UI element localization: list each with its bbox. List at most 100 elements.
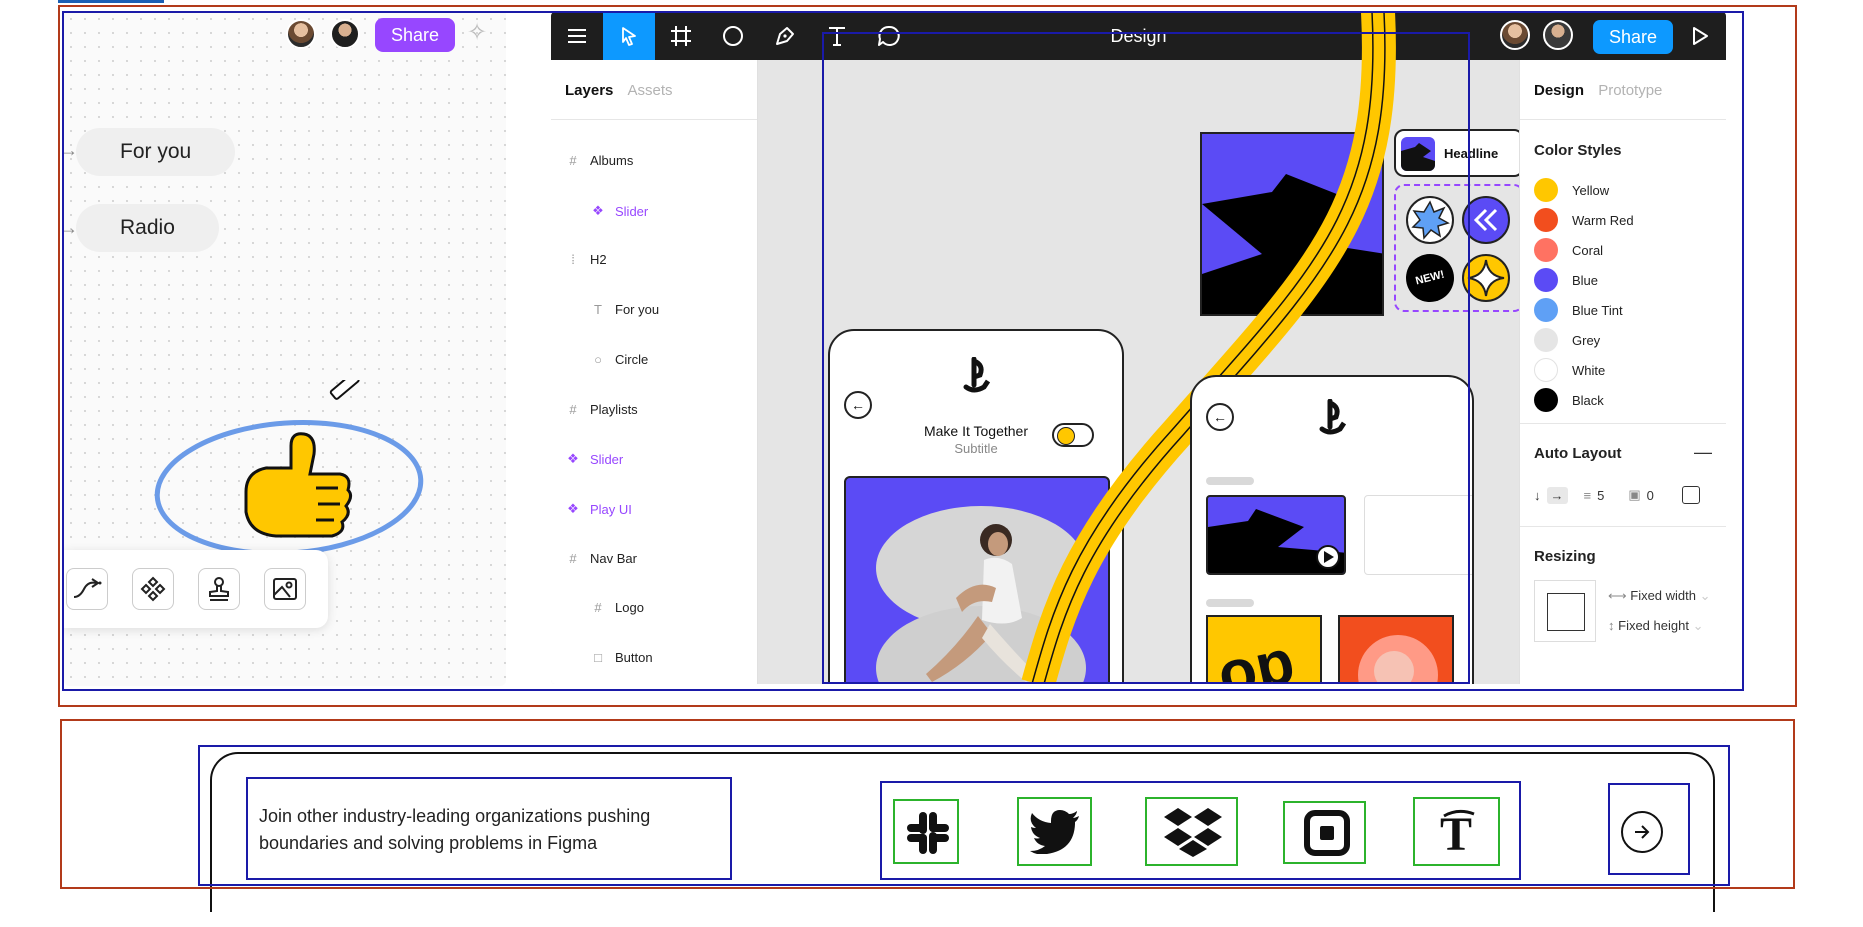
layer-label: H2	[590, 252, 607, 267]
color-swatch	[1534, 208, 1558, 232]
remove-auto-layout-icon[interactable]: —	[1694, 442, 1712, 463]
layer-item[interactable]: ❖ Slider	[566, 451, 623, 467]
share-button[interactable]: Share	[375, 18, 456, 52]
tab-assets[interactable]: Assets	[628, 82, 673, 99]
placeholder-bar	[1206, 477, 1254, 485]
color-style-label: Warm Red	[1572, 212, 1634, 228]
layer-label: Play UI	[590, 501, 632, 517]
color-styles-heading: Color Styles	[1534, 142, 1622, 159]
album-card[interactable]	[1206, 495, 1346, 575]
floating-toolbar	[64, 550, 328, 628]
alignment-icon[interactable]	[1681, 486, 1700, 504]
image-icon[interactable]	[264, 568, 306, 610]
color-style-item[interactable]: Yellow	[1534, 178, 1609, 202]
layer-type-icon: #	[569, 153, 577, 168]
layer-type-icon: ❖	[592, 203, 604, 218]
album-card-typography[interactable]: op	[1206, 615, 1322, 684]
color-style-item[interactable]: Blue Tint	[1534, 298, 1623, 322]
color-swatch	[1534, 328, 1558, 352]
chip-radio[interactable]: Radio	[76, 204, 219, 252]
play-icon[interactable]	[1674, 12, 1726, 60]
design-canvas[interactable]: Headline NEW! ← Make It Together Subtitl…	[758, 12, 1524, 684]
color-style-item[interactable]: White	[1534, 358, 1605, 382]
layer-label: For you	[615, 302, 660, 317]
color-style-item[interactable]: Coral	[1534, 238, 1603, 262]
layer-item[interactable]: # Albums	[566, 153, 633, 168]
auto-layout-controls: ↓ → ≡ 5 ▣ 0	[1534, 486, 1700, 504]
layer-label: Slider	[590, 451, 624, 467]
layer-type-icon: ⁞	[571, 252, 575, 267]
fixed-height-select[interactable]: ↕ Fixed height ⌄	[1608, 618, 1703, 634]
placeholder-bar	[1206, 599, 1254, 607]
direction-horizontal-icon[interactable]: →	[1546, 486, 1568, 504]
color-style-label: Blue	[1572, 272, 1599, 288]
padding-icon: ▣	[1628, 487, 1641, 502]
top-highlight-bar	[58, 0, 164, 3]
component-icon[interactable]	[132, 568, 174, 610]
nytimes-logo[interactable]: T	[1418, 801, 1500, 863]
layer-label: Nav Bar	[590, 551, 637, 566]
color-style-item[interactable]: Black	[1534, 388, 1604, 412]
tab-prototype[interactable]: Prototype	[1598, 82, 1662, 99]
tab-design[interactable]: Design	[1534, 82, 1584, 99]
banner-text: Join other industry-leading organization…	[259, 806, 651, 853]
back-arrow-icon[interactable]: ←	[1206, 403, 1234, 431]
layers-panel: Layers Assets # Albums ❖ Slider ⁞ H2 T For you ○…	[551, 60, 758, 684]
svg-text:op: op	[1212, 627, 1300, 684]
color-swatch	[1534, 178, 1558, 202]
next-arrow-button[interactable]	[1621, 811, 1663, 853]
collaborator-avatar[interactable]	[1543, 20, 1573, 50]
layer-item[interactable]: □ Button	[591, 650, 653, 665]
square-logo[interactable]	[1287, 805, 1367, 861]
page: Share ✧ → For you → Radio Design Share L…	[0, 0, 1863, 927]
layer-type-icon: #	[569, 551, 577, 566]
resizing-heading: Resizing	[1534, 548, 1596, 565]
layer-item[interactable]: ○ Circle	[591, 352, 648, 367]
layer-label: Albums	[590, 153, 634, 168]
share-button[interactable]: Share	[1593, 20, 1674, 54]
layer-item[interactable]: # Logo	[591, 600, 644, 615]
slack-logo[interactable]	[900, 805, 956, 861]
right-panel-tabs: Design Prototype	[1520, 60, 1726, 120]
collaborator-avatar[interactable]	[286, 19, 316, 49]
stamp-icon[interactable]	[198, 568, 240, 610]
fixed-width-select[interactable]: ⟷ Fixed width ⌄	[1608, 588, 1711, 604]
sparkle-icon[interactable]: ✧	[467, 18, 487, 47]
whiteboard-canvas[interactable]: Share ✧ → For you → Radio	[64, 12, 506, 686]
layer-type-icon: ❖	[567, 451, 579, 466]
color-swatch	[1534, 238, 1558, 262]
chip-for-you[interactable]: For you	[76, 128, 236, 176]
collaborator-avatar[interactable]	[330, 19, 360, 49]
layer-label: Slider	[615, 203, 649, 219]
layer-item[interactable]: # Nav Bar	[566, 551, 637, 566]
spacing-icon: ≡	[1583, 487, 1592, 503]
layer-type-icon: □	[594, 650, 602, 665]
layer-type-icon: #	[569, 402, 577, 417]
album-card-photo[interactable]	[1338, 615, 1454, 684]
connector-icon[interactable]	[66, 568, 108, 610]
twitter-logo[interactable]	[1022, 801, 1088, 863]
color-style-item[interactable]: Warm Red	[1534, 208, 1634, 232]
resizing-preview	[1534, 580, 1596, 642]
spacing-value[interactable]: 5	[1597, 488, 1604, 503]
dropbox-logo[interactable]	[1149, 801, 1237, 863]
padding-value[interactable]: 0	[1647, 488, 1654, 503]
color-style-item[interactable]: Grey	[1534, 328, 1600, 352]
color-swatch	[1534, 388, 1558, 412]
layer-type-icon: ○	[594, 352, 602, 367]
direction-vertical-icon[interactable]: ↓	[1534, 488, 1541, 503]
layer-item[interactable]: ❖ Slider	[591, 203, 648, 219]
layer-item[interactable]: ⁞ H2	[566, 252, 607, 267]
empty-card[interactable]	[1364, 495, 1472, 575]
left-panel-tabs: Layers Assets	[551, 60, 757, 120]
phone-mockup-albums[interactable]: ← op	[1190, 375, 1474, 684]
color-style-label: Coral	[1572, 242, 1604, 258]
color-style-item[interactable]: Blue	[1534, 268, 1598, 292]
layer-item[interactable]: # Playlists	[566, 402, 637, 417]
layer-label: Logo	[615, 600, 644, 615]
color-style-label: Black	[1572, 392, 1604, 408]
tab-layers[interactable]: Layers	[565, 82, 613, 99]
layer-item[interactable]: T For you	[591, 302, 659, 317]
layer-item[interactable]: ❖ Play UI	[566, 501, 632, 517]
color-style-label: Blue Tint	[1572, 302, 1623, 318]
